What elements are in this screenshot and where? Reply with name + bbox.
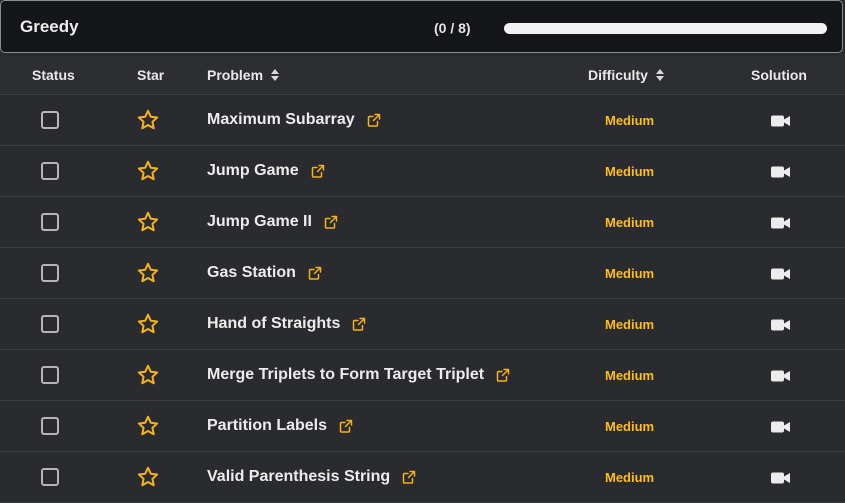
sort-icon[interactable] (271, 69, 280, 81)
problem-title[interactable]: Merge Triplets to Form Target Triplet (207, 366, 484, 384)
problem-link[interactable]: Merge Triplets to Form Target Triplet (207, 366, 510, 384)
video-camera-icon[interactable] (771, 369, 790, 382)
table-body: Maximum Subarray Medium Jump Game Medium Jum… (0, 95, 845, 503)
problem-title[interactable]: Jump Game (207, 162, 299, 180)
problem-link[interactable]: Maximum Subarray (207, 111, 381, 129)
problem-link[interactable]: Partition Labels (207, 417, 353, 435)
star-column-header: Star (137, 67, 164, 83)
table-row: Maximum Subarray Medium (0, 95, 845, 146)
problem-title[interactable]: Valid Parenthesis String (207, 468, 390, 486)
problem-link[interactable]: Valid Parenthesis String (207, 468, 416, 486)
sort-icon[interactable] (655, 69, 664, 81)
status-header-label: Status (32, 67, 75, 83)
star-icon[interactable] (136, 414, 160, 438)
problem-link[interactable]: Hand of Straights (207, 315, 366, 333)
status-checkbox[interactable] (41, 264, 59, 282)
difficulty-badge: Medium (605, 368, 655, 383)
status-checkbox[interactable] (41, 468, 59, 486)
table-row: Jump Game Medium (0, 146, 845, 197)
external-link-icon[interactable] (339, 419, 353, 433)
video-camera-icon[interactable] (771, 267, 790, 280)
video-camera-icon[interactable] (771, 420, 790, 433)
status-checkbox[interactable] (41, 213, 59, 231)
video-camera-icon[interactable] (771, 216, 790, 229)
external-link-icon[interactable] (311, 164, 325, 178)
table-row: Valid Parenthesis String Medium (0, 452, 845, 503)
star-icon[interactable] (136, 261, 160, 285)
star-icon[interactable] (136, 159, 160, 183)
progress-bar (504, 23, 827, 34)
difficulty-badge: Medium (605, 215, 655, 230)
table-row: Hand of Straights Medium (0, 299, 845, 350)
star-header-label: Star (137, 67, 165, 83)
difficulty-badge: Medium (605, 419, 655, 434)
video-camera-icon[interactable] (771, 165, 790, 178)
problem-title[interactable]: Hand of Straights (207, 315, 340, 333)
table-header: Status Star Problem Difficulty Solution (0, 56, 845, 95)
problem-link[interactable]: Jump Game (207, 162, 325, 180)
star-icon[interactable] (136, 363, 160, 387)
problem-title[interactable]: Maximum Subarray (207, 111, 355, 129)
difficulty-badge: Medium (605, 164, 655, 179)
problem-title[interactable]: Gas Station (207, 264, 296, 282)
video-camera-icon[interactable] (771, 318, 790, 331)
external-link-icon[interactable] (402, 470, 416, 484)
status-checkbox[interactable] (41, 111, 59, 129)
progress-count: (0 / 8) (434, 20, 471, 36)
status-checkbox[interactable] (41, 366, 59, 384)
external-link-icon[interactable] (308, 266, 322, 280)
difficulty-column-header[interactable]: Difficulty (588, 67, 664, 83)
table-row: Gas Station Medium (0, 248, 845, 299)
difficulty-badge: Medium (605, 113, 655, 128)
external-link-icon[interactable] (496, 368, 510, 382)
problem-link[interactable]: Gas Station (207, 264, 322, 282)
star-icon[interactable] (136, 108, 160, 132)
table-row: Jump Game II Medium (0, 197, 845, 248)
video-camera-icon[interactable] (771, 114, 790, 127)
difficulty-header-label: Difficulty (588, 67, 648, 83)
status-column-header: Status (32, 67, 75, 83)
section-header[interactable]: Greedy (0 / 8) (0, 0, 843, 53)
problem-column-header[interactable]: Problem (207, 67, 280, 83)
external-link-icon[interactable] (324, 215, 338, 229)
table-row: Partition Labels Medium (0, 401, 845, 452)
star-icon[interactable] (136, 465, 160, 489)
problem-title[interactable]: Jump Game II (207, 213, 312, 231)
status-checkbox[interactable] (41, 417, 59, 435)
status-checkbox[interactable] (41, 315, 59, 333)
video-camera-icon[interactable] (771, 471, 790, 484)
external-link-icon[interactable] (367, 113, 381, 127)
problem-title[interactable]: Partition Labels (207, 417, 327, 435)
section-title: Greedy (20, 17, 79, 36)
problem-link[interactable]: Jump Game II (207, 213, 338, 231)
problem-header-label: Problem (207, 67, 264, 83)
star-icon[interactable] (136, 312, 160, 336)
difficulty-badge: Medium (605, 317, 655, 332)
difficulty-badge: Medium (605, 470, 655, 485)
solution-column-header: Solution (751, 67, 807, 83)
problems-table: Status Star Problem Difficulty Solution … (0, 56, 845, 503)
solution-header-label: Solution (751, 67, 807, 83)
status-checkbox[interactable] (41, 162, 59, 180)
external-link-icon[interactable] (352, 317, 366, 331)
difficulty-badge: Medium (605, 266, 655, 281)
star-icon[interactable] (136, 210, 160, 234)
table-row: Merge Triplets to Form Target Triplet Med… (0, 350, 845, 401)
